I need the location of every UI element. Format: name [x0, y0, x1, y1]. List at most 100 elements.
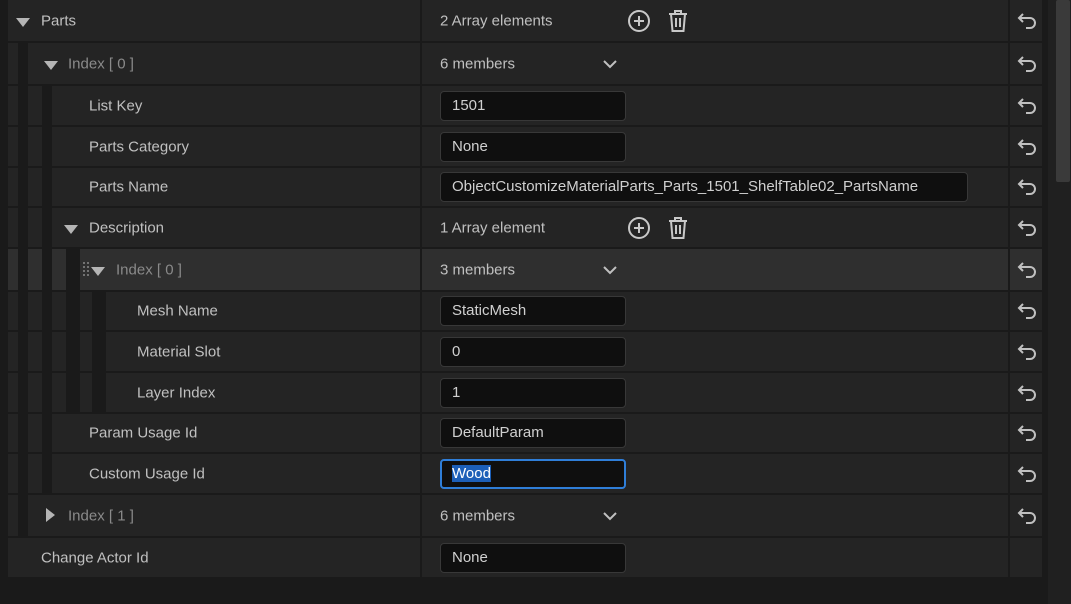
- indent-guide: [42, 332, 52, 371]
- material-slot-input[interactable]: 0: [440, 336, 626, 367]
- custom-usage-id-input[interactable]: Wood: [440, 458, 626, 489]
- row-list-key: List Key 1501: [8, 86, 1042, 125]
- indent-guide: [18, 292, 28, 330]
- index-0-members: 6 members: [440, 55, 516, 72]
- column-divider: [420, 208, 422, 247]
- column-divider: [420, 43, 422, 84]
- delete-all-icon[interactable]: [667, 9, 689, 33]
- reset-to-default-icon[interactable]: [1017, 97, 1039, 115]
- mesh-name-label: Mesh Name: [137, 302, 218, 320]
- reset-to-default-icon[interactable]: [1017, 465, 1039, 483]
- column-divider: [420, 0, 422, 41]
- material-slot-label: Material Slot: [137, 343, 221, 360]
- param-usage-id-input[interactable]: DefaultParam: [440, 418, 626, 448]
- column-divider: [420, 373, 422, 412]
- row-param-usage-id: Param Usage Id DefaultParam: [8, 414, 1042, 452]
- indent-guide: [18, 43, 28, 84]
- column-divider: [420, 495, 422, 536]
- indent-guide: [42, 249, 52, 290]
- indent-guide: [18, 208, 28, 247]
- indent-guide: [66, 292, 80, 330]
- row-custom-usage-id: Custom Usage Id Wood: [8, 454, 1042, 493]
- indent-guide: [18, 332, 28, 371]
- description-label: Description: [89, 219, 165, 236]
- indent-guide: [66, 373, 80, 412]
- dropdown-chevron-icon[interactable]: [602, 59, 618, 69]
- reset-to-default-icon[interactable]: [1017, 178, 1039, 196]
- layer-index-input[interactable]: 1: [440, 377, 626, 408]
- mesh-name-input[interactable]: StaticMesh: [440, 296, 626, 326]
- reset-to-default-icon[interactable]: [1017, 138, 1039, 156]
- indent-guide: [18, 86, 28, 125]
- parts-name-label: Parts Name: [89, 178, 169, 196]
- reset-to-default-icon[interactable]: [1017, 261, 1039, 279]
- indent-guide: [42, 373, 52, 412]
- indent-guide: [18, 127, 28, 166]
- layer-index-label: Layer Index: [137, 384, 216, 401]
- reset-to-default-icon[interactable]: [1017, 55, 1039, 73]
- row-parts: Parts 2 Array elements: [8, 0, 1042, 41]
- indent-guide: [18, 495, 28, 536]
- delete-all-icon[interactable]: [667, 216, 689, 240]
- column-divider: [1008, 86, 1010, 125]
- param-usage-id-label: Param Usage Id: [89, 424, 198, 442]
- row-description: Description 1 Array element: [8, 208, 1042, 247]
- row-change-actor-id: Change Actor Id None: [8, 538, 1042, 577]
- list-key-input[interactable]: 1501: [440, 90, 626, 121]
- row-parts-name: Parts Name ObjectCustomizeMaterialParts_…: [8, 168, 1042, 206]
- dropdown-chevron-icon[interactable]: [602, 511, 618, 521]
- column-divider: [420, 292, 422, 330]
- indent-guide: [42, 454, 52, 493]
- add-element-icon[interactable]: [627, 216, 651, 240]
- column-divider: [1008, 538, 1010, 577]
- expand-arrow-icon[interactable]: [91, 266, 105, 276]
- row-parts-category: Parts Category None: [8, 127, 1042, 166]
- parts-category-label: Parts Category: [89, 138, 190, 155]
- row-layer-index: Layer Index 1: [8, 373, 1042, 412]
- column-divider: [1008, 127, 1010, 166]
- column-divider: [1008, 454, 1010, 493]
- indent-guide: [18, 454, 28, 493]
- indent-guide: [42, 414, 52, 452]
- indent-guide: [42, 208, 52, 247]
- reset-to-default-icon[interactable]: [1017, 219, 1039, 237]
- description-index-0-label: Index [ 0 ]: [116, 261, 182, 278]
- column-divider: [1008, 495, 1010, 536]
- indent-guide: [18, 373, 28, 412]
- reset-to-default-icon[interactable]: [1017, 12, 1039, 30]
- change-actor-id-input[interactable]: None: [440, 542, 626, 573]
- scrollbar-thumb[interactable]: [1056, 0, 1070, 182]
- parts-count: 2 Array elements: [440, 12, 553, 29]
- reset-to-default-icon[interactable]: [1017, 384, 1039, 402]
- parts-category-input[interactable]: None: [440, 131, 626, 162]
- custom-usage-id-label: Custom Usage Id: [89, 465, 205, 482]
- column-divider: [1008, 292, 1010, 330]
- column-divider: [1008, 168, 1010, 206]
- column-divider: [420, 538, 422, 577]
- row-description-index-0: Index [ 0 ] 3 members: [8, 249, 1042, 290]
- row-material-slot: Material Slot 0: [8, 332, 1042, 371]
- column-divider: [420, 127, 422, 166]
- collapse-arrow-icon[interactable]: [46, 507, 55, 522]
- drag-grip-icon[interactable]: [82, 261, 90, 279]
- column-divider: [1008, 373, 1010, 412]
- indent-guide: [66, 332, 80, 371]
- expand-arrow-icon[interactable]: [44, 60, 58, 70]
- parts-name-input[interactable]: ObjectCustomizeMaterialParts_Parts_1501_…: [440, 172, 968, 202]
- row-index-1: Index [ 1 ] 6 members: [8, 495, 1042, 536]
- expand-arrow-icon[interactable]: [64, 224, 78, 234]
- indent-guide: [42, 86, 52, 125]
- reset-to-default-icon[interactable]: [1017, 507, 1039, 525]
- change-actor-id-label: Change Actor Id: [41, 549, 149, 566]
- add-element-icon[interactable]: [627, 9, 651, 33]
- reset-to-default-icon[interactable]: [1017, 343, 1039, 361]
- indent-guide: [42, 168, 52, 206]
- reset-to-default-icon[interactable]: [1017, 424, 1039, 442]
- index-0-label: Index [ 0 ]: [68, 55, 134, 72]
- indent-guide: [66, 249, 80, 290]
- selected-text: Wood: [452, 464, 491, 482]
- dropdown-chevron-icon[interactable]: [602, 265, 618, 275]
- row-index-0: Index [ 0 ] 6 members: [8, 43, 1042, 84]
- expand-arrow-icon[interactable]: [16, 17, 30, 27]
- reset-to-default-icon[interactable]: [1017, 302, 1039, 320]
